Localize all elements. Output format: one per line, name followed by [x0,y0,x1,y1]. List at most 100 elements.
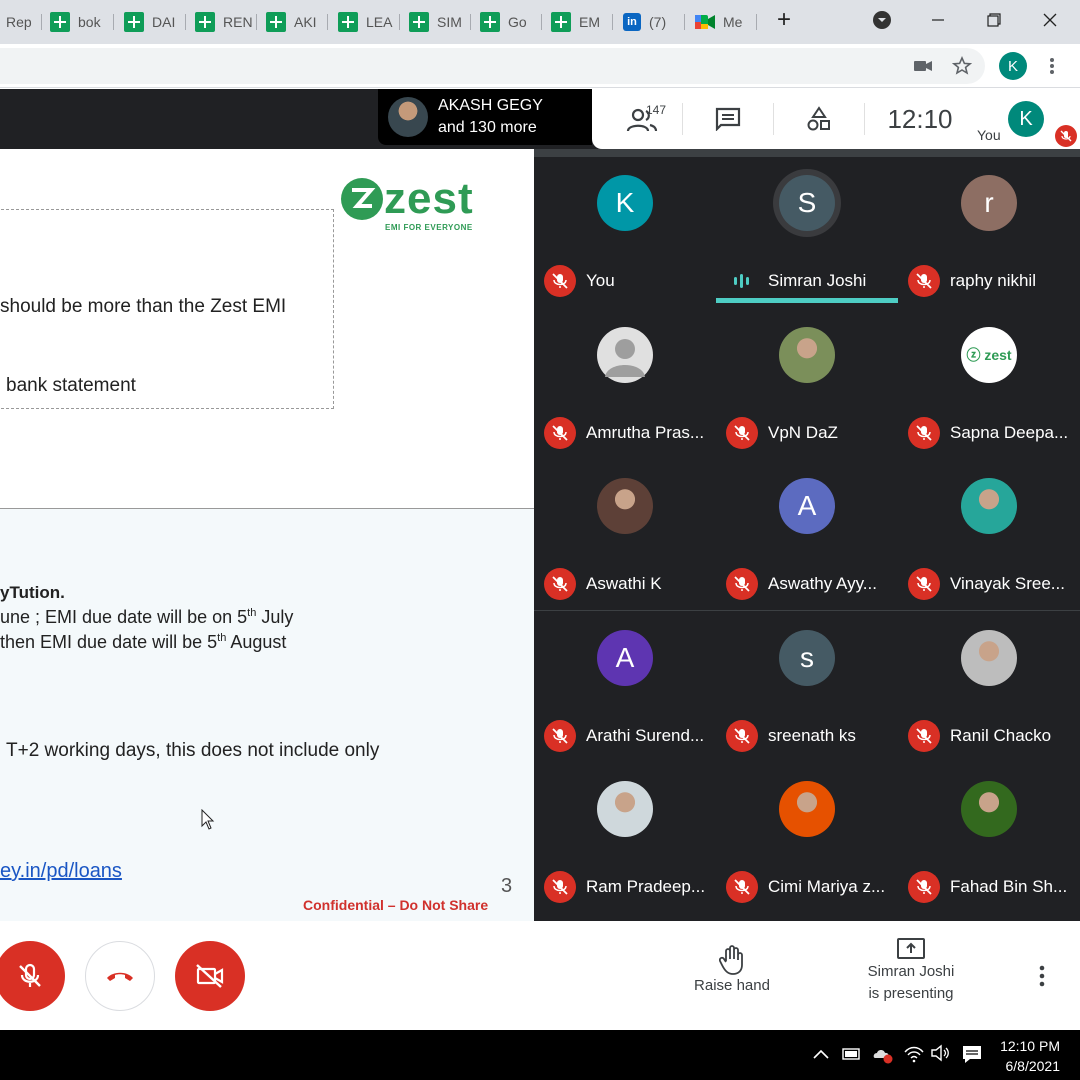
participant-tile[interactable]: r raphy nikhil [898,149,1080,301]
sheets-icon [195,12,215,32]
browser-tab[interactable]: bok [50,8,114,36]
camera-icon[interactable] [913,58,933,74]
mic-off-icon [544,871,576,903]
participant-tile[interactable]: A Arathi Surend... [534,604,716,756]
participant-name: Arathi Surend... [586,726,705,745]
windows-taskbar: 12:10 PM 6/8/2021 [0,1030,1080,1080]
participant-name: Ranil Chacko [950,726,1052,745]
close-window-button[interactable] [1030,6,1070,34]
browser-tab[interactable]: Go [480,8,542,36]
participant-tile[interactable]: Ram Pradeep... [534,755,716,907]
participant-tile[interactable]: Fahad Bin Sh... [898,755,1080,907]
new-tab-button[interactable]: + [764,6,804,34]
presenter-more: and 130 more [438,119,537,136]
more-options-icon[interactable] [1036,965,1048,987]
notifications-icon[interactable] [961,1044,983,1064]
participant-tile[interactable]: Ranil Chacko [898,604,1080,756]
participant-tile[interactable]: K You [534,149,716,301]
confidential-label: Confidential – Do Not Share [303,897,489,913]
tab-label: Me [723,14,743,30]
self-view-avatar[interactable]: K [1008,101,1044,137]
tab-label: AKI [294,14,317,30]
browser-tab[interactable]: SIM [409,8,471,36]
tab-search-button[interactable] [862,6,902,34]
participant-name: You [586,271,615,290]
browser-tab[interactable]: DAI [124,8,186,36]
participant-name: raphy nikhil [950,271,1036,290]
more-vert-icon[interactable] [1046,56,1058,76]
presenter-avatar [388,97,428,137]
wifi-icon[interactable] [903,1045,925,1063]
chevron-down-icon [873,11,891,29]
slide-line-emi-july: une ; EMI due date will be on 5th July [0,607,294,627]
participant-name: Amrutha Pras... [586,423,705,442]
participant-avatar: A [597,630,653,686]
sheets-icon [409,12,429,32]
close-icon [1043,13,1057,27]
tab-label: REN [223,14,253,30]
people-button[interactable]: 147 [612,89,672,149]
mic-off-icon [544,720,576,752]
browser-tab[interactable]: REN [195,8,257,36]
camera-toggle-button[interactable] [175,941,245,1011]
presenting-label-line1: Simran Joshi [867,963,955,980]
participant-tile[interactable]: S Simran Joshi [716,149,898,303]
mic-off-icon [1060,130,1072,142]
activities-icon [807,106,830,131]
raise-hand-button[interactable]: Raise hand [682,945,782,997]
slide-line-eligibility: should be more than the Zest EMI [0,296,287,317]
browser-tab-strip: Rep bok DAI REN AKI LEA SIM Go EM in (7)… [0,0,1080,44]
restore-button[interactable] [974,6,1014,34]
sheets-icon [266,12,286,32]
browser-tab[interactable]: AKI [266,8,328,36]
microphone-toggle-button[interactable] [0,941,65,1011]
browser-tab-active[interactable]: Me [695,8,757,36]
chevron-up-icon[interactable] [812,1048,830,1060]
participant-avatar: r [961,175,1017,231]
browser-tab[interactable]: EM [551,8,613,36]
chat-icon [715,107,741,131]
browser-tab[interactable]: LEA [338,8,400,36]
taskbar-clock[interactable]: 12:10 PM 6/8/2021 [1000,1036,1060,1076]
participant-tile[interactable]: Amrutha Pras... [534,301,716,453]
participant-tile[interactable]: s sreenath ks [716,604,898,756]
presentation-slide: zest EMI FOR EVERYONE should be more tha… [0,149,534,921]
onedrive-icon[interactable] [872,1044,894,1064]
mic-off-icon [544,417,576,449]
participant-avatar: K [597,175,653,231]
participant-avatar [961,781,1017,837]
battery-icon[interactable] [842,1047,862,1061]
slide-loans-link[interactable]: ey.in/pd/loans [0,860,122,883]
presenter-chip[interactable]: AKASH GEGY and 130 more [378,89,592,145]
presenting-button[interactable]: Simran Joshi is presenting [852,937,970,1005]
slide-bold-line: yTution. [0,583,65,602]
mic-off-icon [908,871,940,903]
participant-tile[interactable]: A Aswathy Ayy... [716,452,898,604]
bookmark-star-icon[interactable] [952,56,972,76]
chat-button[interactable] [698,89,758,149]
sheets-icon [338,12,358,32]
taskbar-date: 6/8/2021 [1005,1058,1061,1074]
mic-off-icon [726,871,758,903]
raise-hand-label: Raise hand [694,977,770,994]
participant-tile[interactable]: VpN DaZ [716,301,898,453]
address-bar[interactable] [0,48,985,84]
activities-button[interactable] [789,89,849,149]
participant-tile[interactable]: ⓩ zest Sapna Deepa... [898,301,1080,453]
browser-tab[interactable]: in (7) [623,8,685,36]
slide-line-bank-statement: bank statement [6,375,136,396]
video-off-icon [196,964,224,988]
participant-name: Cimi Mariya z... [768,877,886,896]
meet-top-bar: AKASH GEGY and 130 more 147 12:10 You K [0,89,1080,149]
minimize-button[interactable] [918,6,958,34]
zest-logo-word: zest [384,174,474,223]
browser-tab[interactable]: Rep [6,8,42,36]
restore-icon [987,13,1001,27]
participant-tile[interactable]: Cimi Mariya z... [716,755,898,907]
participant-tile[interactable]: Vinayak Sree... [898,452,1080,604]
linkedin-icon: in [623,13,641,31]
profile-avatar[interactable]: K [999,52,1027,80]
leave-call-button[interactable] [85,941,155,1011]
speaker-icon[interactable] [930,1044,952,1062]
participant-tile[interactable]: Aswathi K [534,452,716,604]
